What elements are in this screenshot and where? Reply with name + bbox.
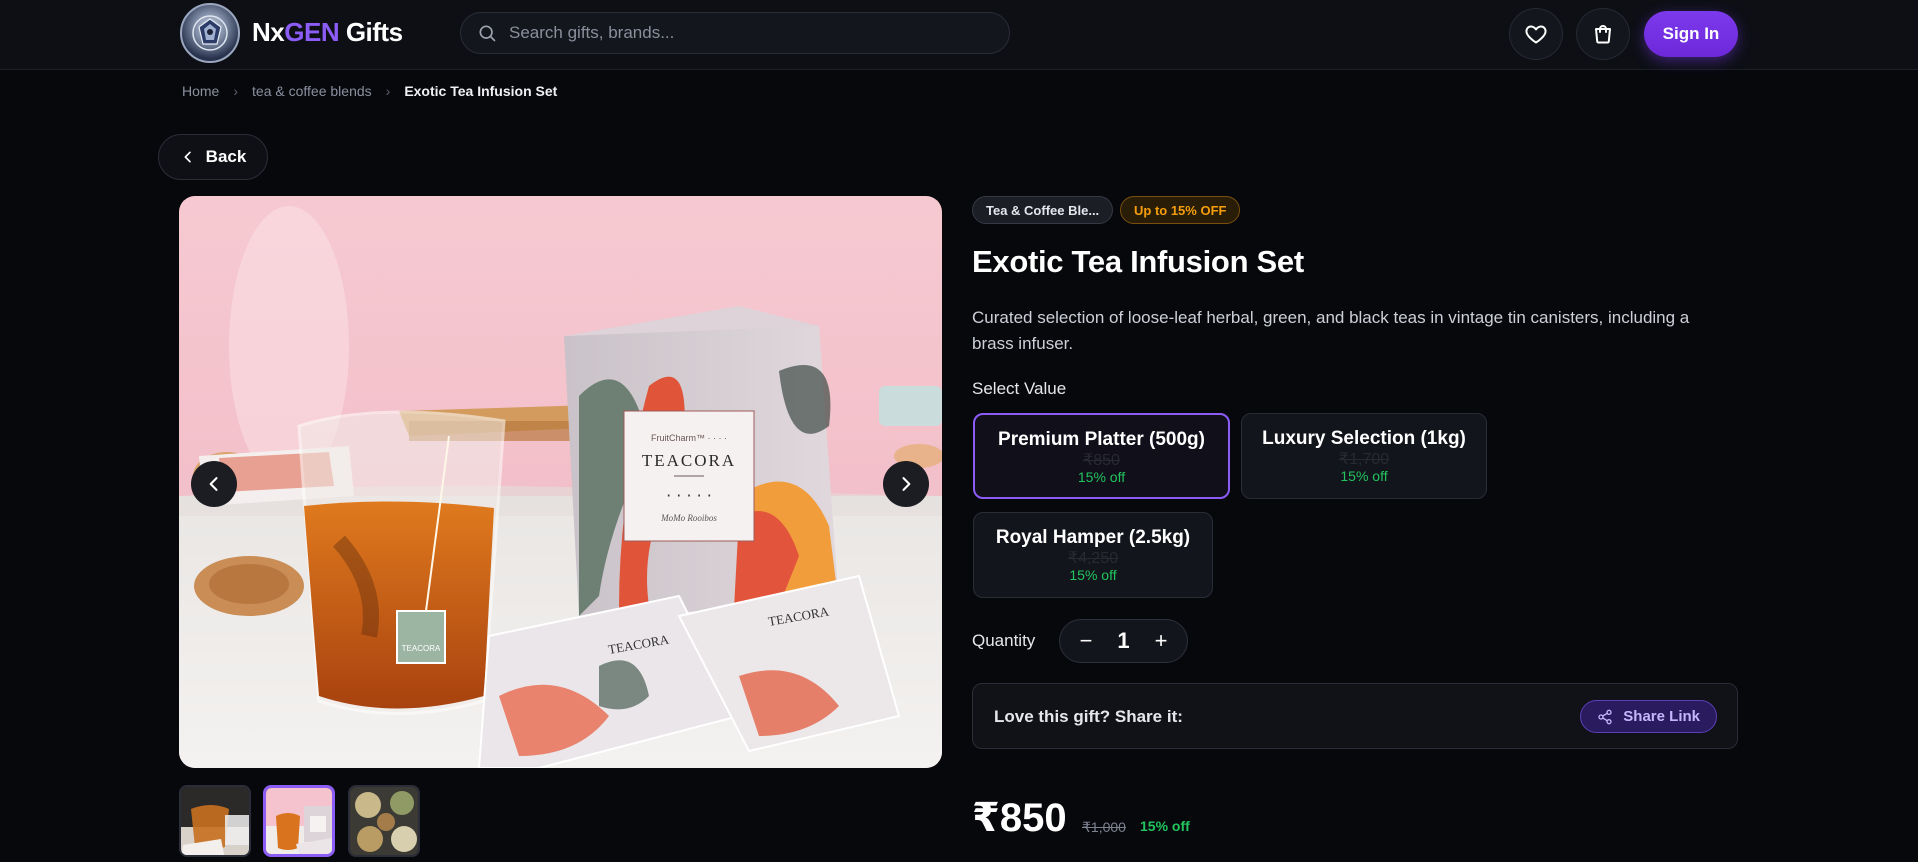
chevron-left-icon	[184, 151, 191, 163]
current-price: ₹850	[972, 796, 1067, 840]
share-icon	[1598, 709, 1612, 724]
wishlist-button[interactable]	[1509, 8, 1563, 60]
variant-price: ₹1,700	[1338, 451, 1390, 468]
product-description: Curated selection of loose-leaf herbal, …	[972, 308, 1690, 353]
svg-text:FruitCharm™ · · · ·: FruitCharm™ · · · ·	[651, 433, 727, 443]
cart-icon	[1595, 25, 1611, 44]
brand-part-nx: Nx	[252, 17, 285, 47]
thumbnail-3[interactable]	[348, 785, 420, 857]
svg-text:TEACORA: TEACORA	[642, 451, 736, 470]
quantity-value: 1	[1117, 628, 1130, 653]
next-image-button[interactable]	[883, 461, 929, 507]
variant-name: Royal Hamper (2.5kg)	[995, 527, 1191, 548]
share-link-button[interactable]: Share Link	[1580, 700, 1717, 733]
tea-product-photo: TEACORA FruitCharm™ · · · · TEACORA · · …	[179, 196, 942, 768]
product-title: Exotic Tea Infusion Set	[972, 244, 1304, 279]
share-prompt: Love this gift? Share it:	[994, 707, 1183, 726]
svg-text:MoMo Rooibos: MoMo Rooibos	[660, 513, 717, 523]
brand-part-gen: GEN	[284, 17, 340, 47]
back-label: Back	[205, 147, 247, 166]
sign-in-button[interactable]: Sign In	[1644, 11, 1738, 57]
breadcrumb-category[interactable]: tea & coffee blends	[252, 83, 372, 99]
variant-price: ₹4,250	[1067, 550, 1119, 567]
select-value-label: Select Value	[972, 379, 1067, 398]
variant-name: Luxury Selection (1kg)	[1262, 428, 1466, 449]
variant-option-royal-hamper[interactable]: Royal Hamper (2.5kg) ₹4,250 15% off	[973, 512, 1213, 598]
heart-icon	[1525, 25, 1547, 44]
thumbnail-image	[350, 787, 418, 855]
chevron-right-icon	[902, 477, 911, 491]
breadcrumb: Home › tea & coffee blends › Exotic Tea …	[182, 83, 557, 99]
variant-price: ₹850	[1083, 452, 1120, 469]
chevron-left-icon	[209, 477, 218, 491]
variant-discount: 15% off	[1069, 567, 1117, 583]
cart-button[interactable]	[1576, 8, 1630, 60]
thumbnail-image	[266, 788, 332, 854]
variant-option-luxury-selection[interactable]: Luxury Selection (1kg) ₹1,700 15% off	[1241, 413, 1487, 499]
thumbnail-image	[181, 787, 249, 855]
plus-icon[interactable]: +	[1149, 628, 1173, 654]
brand-part-gifts: Gifts	[339, 17, 403, 47]
quantity-label: Quantity	[972, 631, 1036, 650]
original-price: ₹1,000	[1082, 819, 1126, 835]
share-panel: Love this gift? Share it: Share Link	[972, 683, 1738, 749]
breadcrumb-home[interactable]: Home	[182, 83, 219, 99]
quantity-stepper[interactable]: − 1 +	[1059, 619, 1188, 663]
search-input[interactable]	[509, 23, 989, 43]
svg-text:TEACORA: TEACORA	[402, 644, 441, 653]
top-navigation-bar: NxGEN Gifts Sign In	[0, 0, 1918, 70]
variant-discount: 15% off	[1077, 469, 1126, 485]
variant-discount: 15% off	[1340, 468, 1388, 484]
brand-name[interactable]: NxGEN Gifts	[252, 17, 403, 48]
thumbnail-2[interactable]	[263, 785, 335, 857]
chevron-right-icon: ›	[233, 83, 239, 99]
product-main-image: TEACORA FruitCharm™ · · · · TEACORA · · …	[179, 196, 942, 768]
previous-image-button[interactable]	[191, 461, 237, 507]
search-icon	[479, 25, 496, 42]
share-link-label: Share Link	[1623, 708, 1700, 725]
breadcrumb-current: Exotic Tea Infusion Set	[404, 83, 558, 99]
chevron-right-icon: ›	[385, 83, 391, 99]
price-discount: 15% off	[1140, 818, 1190, 834]
shield-emblem-icon	[192, 15, 228, 51]
category-badge[interactable]: Tea & Coffee Ble...	[972, 196, 1114, 224]
logo-emblem[interactable]	[180, 3, 240, 63]
svg-text:· · · · ·: · · · · ·	[666, 486, 712, 505]
variant-name: Premium Platter (500g)	[998, 429, 1205, 450]
thumbnail-1[interactable]	[179, 785, 251, 857]
variant-option-premium-platter[interactable]: Premium Platter (500g) ₹850 15% off	[973, 413, 1230, 499]
search-bar[interactable]	[460, 12, 1010, 54]
discount-badge: Up to 15% OFF	[1120, 196, 1241, 224]
minus-icon[interactable]: −	[1074, 628, 1098, 654]
back-button[interactable]: Back	[158, 134, 268, 180]
